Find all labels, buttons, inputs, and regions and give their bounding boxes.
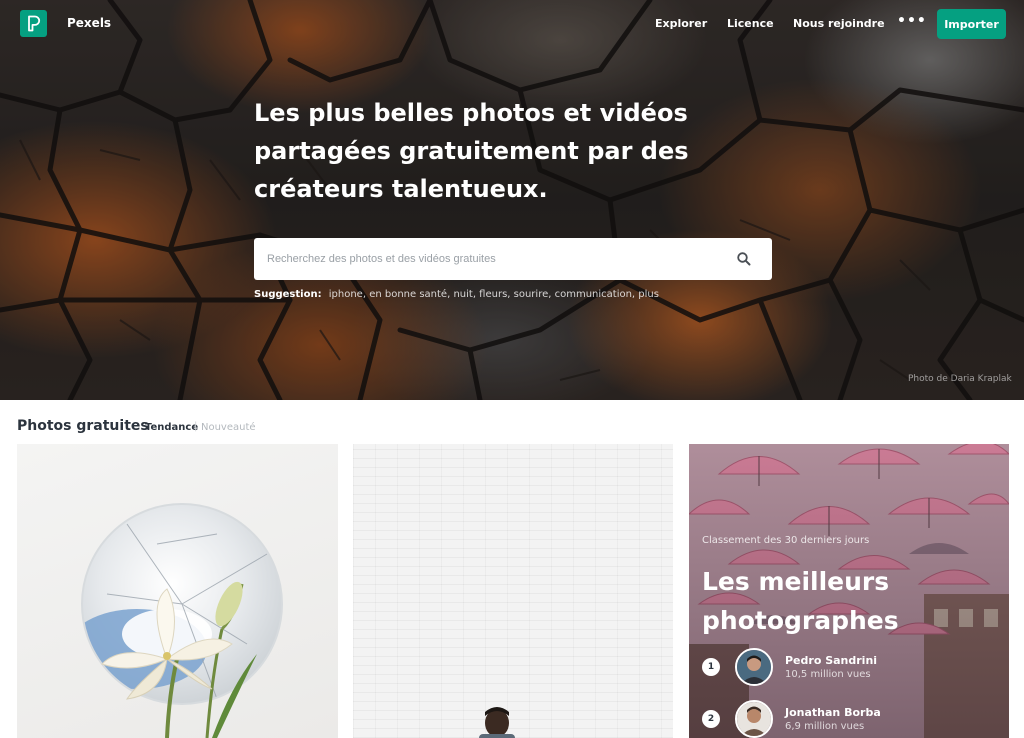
person-figure: [479, 707, 515, 738]
hero-banner: Les plus belles photos et vidéos partagé…: [0, 0, 1024, 400]
search-icon[interactable]: [736, 251, 752, 267]
brand-name[interactable]: Pexels: [67, 16, 111, 30]
pexels-logo-icon[interactable]: [20, 10, 47, 37]
tab-new[interactable]: Nouveauté: [201, 422, 256, 433]
hero-title: Les plus belles photos et vidéos partagé…: [254, 99, 689, 203]
rank-number: 2: [702, 710, 720, 728]
ranking-subtitle: Classement des 30 derniers jours: [702, 535, 870, 546]
upload-button[interactable]: Importer: [937, 9, 1006, 39]
ranking-title[interactable]: Les meilleurs photographes: [702, 562, 922, 640]
photo-card-wall[interactable]: [353, 444, 673, 738]
photo-card-flower[interactable]: [17, 444, 338, 738]
nav-link-join[interactable]: Nous rejoindre: [793, 17, 885, 30]
top-navigation: Pexels Explorer Licence Nous rejoindre •…: [0, 0, 1024, 48]
tab-trending[interactable]: Tendance: [145, 422, 198, 433]
suggestion-label: Suggestion:: [254, 289, 322, 300]
suggestion-links[interactable]: iphone, en bonne santé, nuit, fleurs, so…: [329, 289, 659, 300]
photographer-views: 6,9 million vues: [785, 721, 865, 732]
nav-link-explorer[interactable]: Explorer: [655, 17, 707, 30]
flower-photo: [81, 503, 283, 738]
search-box[interactable]: [254, 238, 772, 280]
photographer-row[interactable]: 1 Pedro Sandrini 10,5 million vues: [702, 646, 992, 686]
photographer-name[interactable]: Pedro Sandrini: [785, 654, 877, 667]
top-photographers-card[interactable]: Classement des 30 derniers jours Les mei…: [689, 444, 1009, 738]
search-suggestions: Suggestion: iphone, en bonne santé, nuit…: [254, 289, 659, 300]
photographer-views: 10,5 million vues: [785, 669, 871, 680]
photo-credit[interactable]: Photo de Daria Kraplak: [908, 374, 1012, 384]
photographer-name[interactable]: Jonathan Borba: [785, 706, 881, 719]
tab-separator: |: [194, 421, 198, 432]
search-input[interactable]: [254, 238, 724, 280]
section-title: Photos gratuites: [17, 418, 149, 434]
avatar[interactable]: [735, 648, 773, 686]
avatar[interactable]: [735, 700, 773, 738]
rank-number: 1: [702, 658, 720, 676]
photographer-row[interactable]: 2 Jonathan Borba 6,9 million vues: [702, 698, 992, 738]
more-menu-icon[interactable]: •••: [897, 13, 927, 29]
nav-link-licence[interactable]: Licence: [727, 17, 774, 30]
